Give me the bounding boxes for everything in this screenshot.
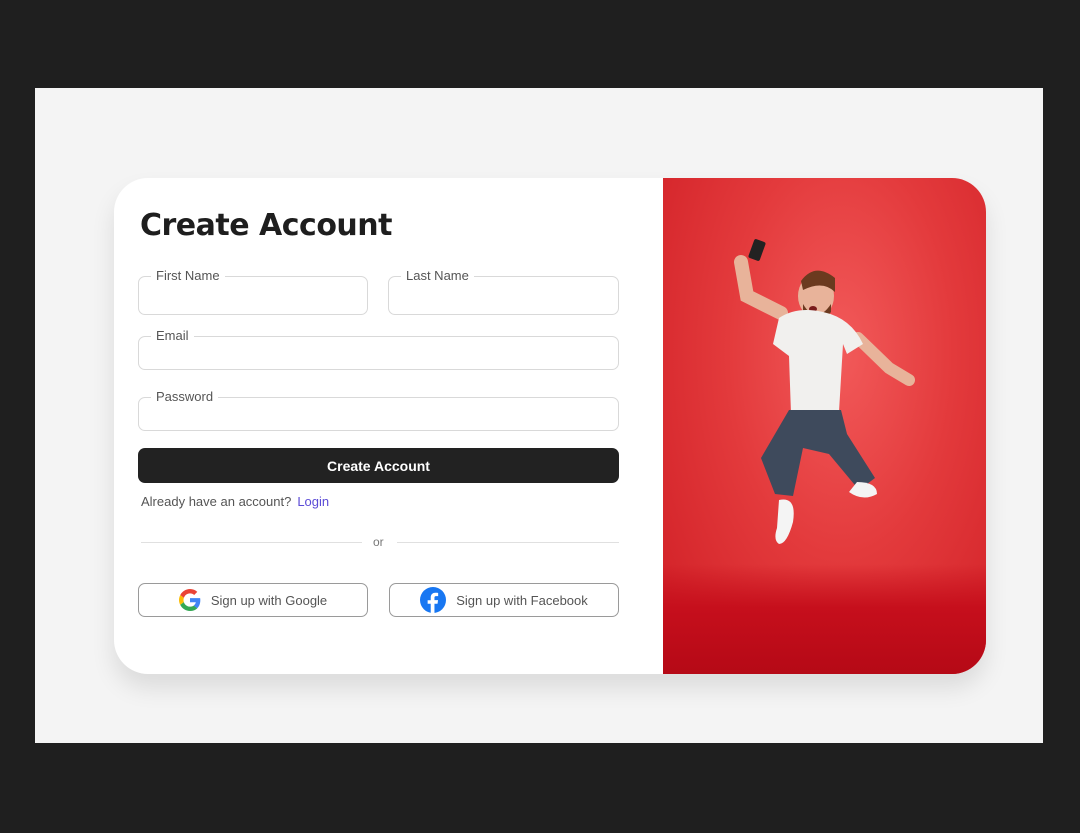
facebook-signup-button[interactable]: Sign up with Facebook [389,583,619,617]
divider-left [141,542,362,543]
first-name-field: First Name [138,268,368,315]
facebook-signup-label: Sign up with Facebook [456,592,588,608]
email-input[interactable] [139,337,618,369]
create-account-button[interactable]: Create Account [138,448,619,483]
signup-card: Create Account First Name Last Name Emai… [114,178,986,674]
email-label: Email [151,328,194,344]
signup-form: Create Account First Name Last Name Emai… [114,178,663,674]
google-icon [178,589,201,611]
password-label: Password [151,389,219,405]
login-prompt-row: Already have an account? Login [141,494,329,509]
page-background: Create Account First Name Last Name Emai… [35,88,1043,743]
divider-right [397,542,619,543]
login-prompt-text: Already have an account? [141,494,292,509]
email-field: Email [138,328,619,370]
password-field: Password [138,389,619,431]
hero-photo [663,178,986,674]
first-name-label: First Name [151,268,225,284]
google-signup-button[interactable]: Sign up with Google [138,583,368,617]
login-link[interactable]: Login [297,494,329,509]
jumping-man-illustration [734,239,915,544]
last-name-label: Last Name [401,268,474,284]
last-name-field: Last Name [388,268,619,315]
facebook-icon [420,587,447,613]
page-title: Create Account [140,208,392,243]
divider-or-text: or [373,535,384,549]
google-signup-label: Sign up with Google [210,592,328,608]
